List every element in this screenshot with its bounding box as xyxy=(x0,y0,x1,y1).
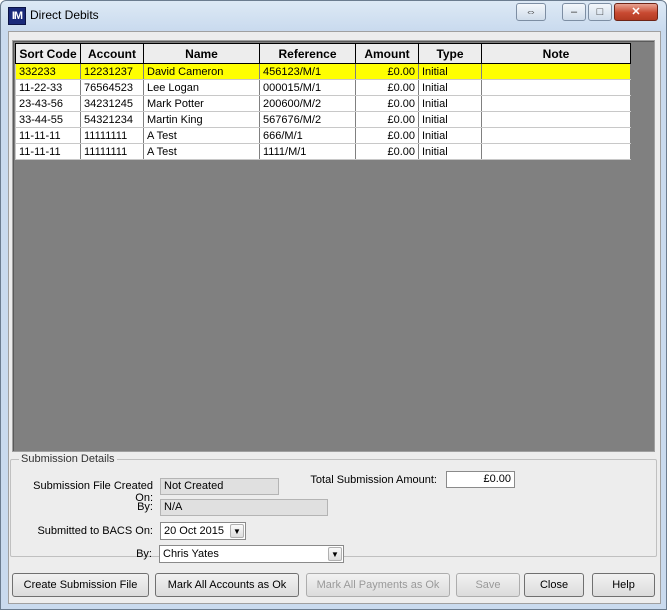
help-button[interactable]: Help xyxy=(592,573,655,597)
cell-reference[interactable]: 456123/M/1 xyxy=(259,63,356,80)
submitted-by-label: By: xyxy=(136,548,152,560)
cell-name[interactable]: Martin King xyxy=(143,111,260,128)
cell-amount[interactable]: £0.00 xyxy=(355,63,419,80)
cell-amount[interactable]: £0.00 xyxy=(355,143,419,160)
column-header-sort-code[interactable]: Sort Code xyxy=(15,43,81,64)
submission-details-legend: Submission Details xyxy=(19,453,117,465)
direct-debits-grid-area[interactable]: Sort Code Account Name Reference Amount … xyxy=(12,40,655,452)
total-amount-label: Total Submission Amount: xyxy=(310,474,437,486)
cell-note[interactable] xyxy=(481,111,631,128)
window-title: Direct Debits xyxy=(30,8,99,22)
cell-type[interactable]: Initial xyxy=(418,79,482,96)
cell-name[interactable]: A Test xyxy=(143,143,260,160)
cell-reference[interactable]: 567676/M/2 xyxy=(259,111,356,128)
column-header-amount[interactable]: Amount xyxy=(355,43,419,64)
cell-amount[interactable]: £0.00 xyxy=(355,79,419,96)
cell-type[interactable]: Initial xyxy=(418,95,482,112)
cell-note[interactable] xyxy=(481,127,631,144)
table-header-row: Sort Code Account Name Reference Amount … xyxy=(15,43,631,64)
chevron-down-icon[interactable]: ▼ xyxy=(328,547,342,561)
cell-name[interactable]: Mark Potter xyxy=(143,95,260,112)
column-header-note[interactable]: Note xyxy=(481,43,631,64)
save-button[interactable]: Save xyxy=(456,573,520,597)
column-header-account[interactable]: Account xyxy=(80,43,144,64)
cell-account[interactable]: 11111111 xyxy=(80,127,144,144)
close-button[interactable]: Close xyxy=(524,573,584,597)
cell-note[interactable] xyxy=(481,79,631,96)
cell-account[interactable]: 54321234 xyxy=(80,111,144,128)
cell-note[interactable] xyxy=(481,143,631,160)
cell-name[interactable]: David Cameron xyxy=(143,63,260,80)
create-submission-file-button[interactable]: Create Submission File xyxy=(12,573,149,597)
submitted-by-select[interactable]: Chris Yates ▼ xyxy=(159,545,344,563)
cell-amount[interactable]: £0.00 xyxy=(355,95,419,112)
cell-reference[interactable]: 200600/M/2 xyxy=(259,95,356,112)
total-amount-field[interactable]: £0.00 xyxy=(446,471,515,488)
cell-reference[interactable]: 1111/M/1 xyxy=(259,143,356,160)
table-row[interactable]: 11-11-11 11111111 A Test 666/M/1 £0.00 I… xyxy=(15,127,631,144)
cell-account[interactable]: 11111111 xyxy=(80,143,144,160)
cell-type[interactable]: Initial xyxy=(418,127,482,144)
cell-account[interactable]: 12231237 xyxy=(80,63,144,80)
cell-name[interactable]: A Test xyxy=(143,127,260,144)
cell-amount[interactable]: £0.00 xyxy=(355,111,419,128)
cell-account[interactable]: 76564523 xyxy=(80,79,144,96)
cell-account[interactable]: 34231245 xyxy=(80,95,144,112)
cell-type[interactable]: Initial xyxy=(418,63,482,80)
cell-name[interactable]: Lee Logan xyxy=(143,79,260,96)
column-header-name[interactable]: Name xyxy=(143,43,260,64)
submitted-date-picker[interactable]: 20 Oct 2015 ▼ xyxy=(160,522,246,540)
maximize-button[interactable]: □ xyxy=(588,3,612,21)
cell-reference[interactable]: 666/M/1 xyxy=(259,127,356,144)
close-window-button[interactable]: ✕ xyxy=(614,3,658,21)
cell-sort-code[interactable]: 11-22-33 xyxy=(15,79,81,96)
client-area: Sort Code Account Name Reference Amount … xyxy=(8,31,661,604)
mark-all-accounts-ok-button[interactable]: Mark All Accounts as Ok xyxy=(155,573,299,597)
direct-debits-window: IM Direct Debits ⇔ – □ ✕ Sort Code Accou… xyxy=(0,0,667,610)
cell-sort-code[interactable]: 33-44-55 xyxy=(15,111,81,128)
submitted-by-value: Chris Yates xyxy=(163,548,219,560)
title-bar[interactable]: IM Direct Debits ⇔ – □ ✕ xyxy=(1,1,666,28)
column-header-type[interactable]: Type xyxy=(418,43,482,64)
submitted-date-value: 20 Oct 2015 xyxy=(164,525,224,537)
minimize-button[interactable]: – xyxy=(562,3,586,21)
cell-type[interactable]: Initial xyxy=(418,143,482,160)
table-row[interactable]: 33-44-55 54321234 Martin King 567676/M/2… xyxy=(15,111,631,128)
cell-sort-code[interactable]: 23-43-56 xyxy=(15,95,81,112)
table-row[interactable]: 332233 12231237 David Cameron 456123/M/1… xyxy=(15,63,631,80)
submitted-to-bacs-label: Submitted to BACS On: xyxy=(37,525,153,537)
cell-note[interactable] xyxy=(481,95,631,112)
app-logo-icon: IM xyxy=(8,7,26,25)
submission-details-group: Submission Details Submission File Creat… xyxy=(10,453,657,557)
mark-all-payments-ok-button[interactable]: Mark All Payments as Ok xyxy=(306,573,450,597)
table-row[interactable]: 11-11-11 11111111 A Test 1111/M/1 £0.00 … xyxy=(15,143,631,160)
restore-arrows-icon[interactable]: ⇔ xyxy=(516,3,546,21)
cell-reference[interactable]: 000015/M/1 xyxy=(259,79,356,96)
cell-sort-code[interactable]: 11-11-11 xyxy=(15,143,81,160)
cell-type[interactable]: Initial xyxy=(418,111,482,128)
file-created-by-field: N/A xyxy=(160,499,328,516)
table-row[interactable]: 23-43-56 34231245 Mark Potter 200600/M/2… xyxy=(15,95,631,112)
column-header-reference[interactable]: Reference xyxy=(259,43,356,64)
cell-sort-code[interactable]: 11-11-11 xyxy=(15,127,81,144)
cell-amount[interactable]: £0.00 xyxy=(355,127,419,144)
chevron-down-icon[interactable]: ▼ xyxy=(230,524,244,538)
cell-sort-code[interactable]: 332233 xyxy=(15,63,81,80)
file-created-by-label: By: xyxy=(137,501,153,513)
cell-note[interactable] xyxy=(481,63,631,80)
direct-debits-table: Sort Code Account Name Reference Amount … xyxy=(15,43,631,160)
table-row[interactable]: 11-22-33 76564523 Lee Logan 000015/M/1 £… xyxy=(15,79,631,96)
